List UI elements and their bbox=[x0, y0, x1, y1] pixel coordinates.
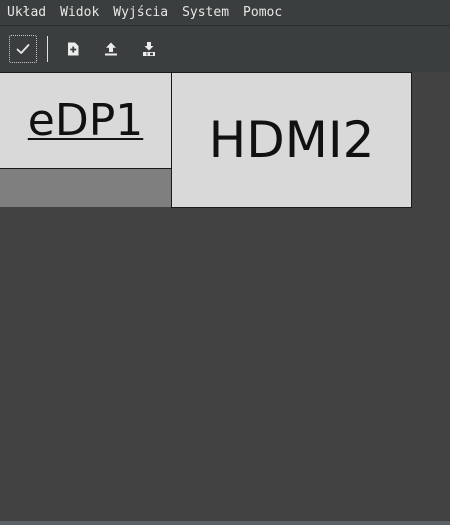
toolbar bbox=[0, 26, 450, 72]
check-icon bbox=[16, 44, 30, 54]
new-layout-button[interactable] bbox=[62, 38, 84, 60]
upload-icon bbox=[105, 42, 117, 56]
menu-help[interactable]: Pomoc bbox=[236, 0, 289, 26]
toolbar-separator bbox=[47, 36, 48, 62]
new-document-icon bbox=[68, 42, 79, 56]
menu-system[interactable]: System bbox=[175, 0, 236, 26]
menu-bar: Układ Widok Wyjścia System Pomoc bbox=[0, 0, 450, 26]
output-hdmi2-label: HDMI2 bbox=[208, 111, 375, 169]
output-edp1-label: eDP1 bbox=[27, 95, 144, 146]
output-edp1[interactable]: eDP1 bbox=[0, 72, 172, 169]
window-bottom-border bbox=[0, 521, 450, 525]
apply-button[interactable] bbox=[9, 35, 37, 63]
menu-outputs[interactable]: Wyjścia bbox=[106, 0, 175, 26]
save-icon bbox=[143, 42, 155, 56]
menu-view[interactable]: Widok bbox=[53, 0, 106, 26]
display-layout-window: Układ Widok Wyjścia System Pomoc eDP1 HD… bbox=[0, 0, 450, 525]
save-layout-button[interactable] bbox=[138, 38, 160, 60]
menu-layout[interactable]: Układ bbox=[0, 0, 53, 26]
load-layout-button[interactable] bbox=[100, 38, 122, 60]
output-hdmi2[interactable]: HDMI2 bbox=[171, 72, 412, 208]
